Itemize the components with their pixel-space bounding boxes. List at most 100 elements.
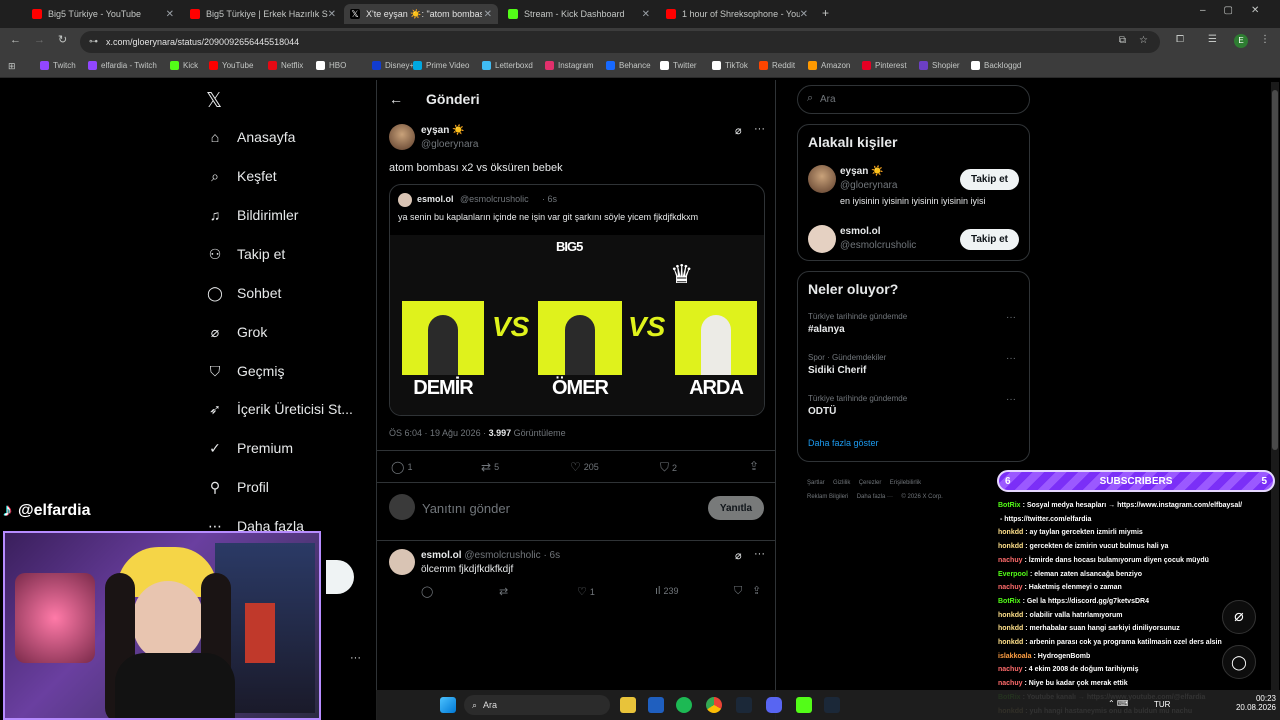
avatar[interactable] [389, 549, 415, 575]
more-icon[interactable]: ··· [754, 548, 765, 560]
browser-tab-active[interactable]: 𝕏 X'te eyşan ☀️: "atom bombası ✕ [344, 4, 498, 24]
chat-username[interactable]: honkdd [998, 543, 1023, 550]
window-controls[interactable]: –▢✕ [1200, 5, 1277, 16]
bookmark-item[interactable]: Twitter [660, 61, 697, 70]
more-icon[interactable]: ··· [1006, 312, 1016, 323]
grok-icon[interactable]: ⌀ [735, 124, 742, 137]
views-action[interactable]: ıl 239 [655, 585, 679, 597]
file-explorer-icon[interactable] [620, 697, 636, 713]
bookmark-item[interactable]: Behance [606, 61, 651, 70]
nav-item[interactable]: ✓ Premium [206, 439, 293, 457]
person-name[interactable]: esmol.ol [840, 226, 881, 237]
browser-tab[interactable]: Big5 Türkiye - YouTube ✕ [26, 4, 180, 24]
grok-icon[interactable]: ⌀ [1222, 600, 1256, 634]
chrome-icon[interactable] [706, 697, 722, 713]
chat-username[interactable]: honkdd [998, 639, 1023, 646]
avatar[interactable] [389, 124, 415, 150]
author-handle[interactable]: @gloerynara [421, 139, 478, 150]
x-logo-icon[interactable]: 𝕏 [206, 88, 222, 113]
reply-author-handle[interactable]: @esmolcrusholic [464, 550, 540, 561]
bookmark-item[interactable]: Twitch [40, 61, 76, 70]
browser-tab[interactable]: Stream - Kick Dashboard ✕ [502, 4, 656, 24]
trend-item[interactable]: Türkiye tarihinde gündemde ODTÜ [808, 394, 907, 417]
windows-start-icon[interactable] [440, 697, 456, 713]
bookmark-item[interactable]: Pinterest [862, 61, 907, 70]
chat-username[interactable]: honkdd [998, 529, 1023, 536]
nav-item[interactable]: ⚇ Takip et [206, 245, 286, 263]
apps-icon[interactable]: ⊞ [8, 61, 16, 72]
quoted-post[interactable]: esmol.ol @esmolcrusholic · 6s ya senin b… [389, 184, 765, 416]
repost-icon[interactable]: ⇄ [499, 585, 508, 598]
bookmark-item[interactable]: Amazon [808, 61, 850, 70]
chat-icon[interactable]: ◯ [1222, 645, 1256, 679]
discord-icon[interactable] [766, 697, 782, 713]
chat-username[interactable]: BotRix [998, 502, 1021, 509]
show-more-link[interactable]: Daha fazla göster [808, 438, 879, 448]
nav-item[interactable]: ⌂ Anasayfa [206, 128, 296, 146]
quote-image[interactable]: BIG5 VS VS ♛ DEMİR ÖMER ARDA [390, 235, 764, 415]
browser-tab[interactable]: 1 hour of Shreksophone - YouT ✕ [660, 4, 814, 24]
nav-item[interactable]: ⌀ Grok [206, 323, 268, 341]
chat-username[interactable]: BotRix [998, 598, 1021, 605]
chat-username[interactable]: nachuy [998, 584, 1023, 591]
like-action[interactable]: ♡ 205 [570, 460, 599, 474]
grok-icon[interactable]: ⌀ [735, 549, 742, 562]
chat-username[interactable]: honkdd [998, 612, 1023, 619]
bookmark-item[interactable]: Disney+ [372, 61, 414, 70]
person-handle[interactable]: @esmolcrusholic [840, 240, 916, 251]
post-button-partial[interactable] [326, 560, 354, 594]
chat-username[interactable]: Everpool [998, 571, 1028, 578]
avatar[interactable] [808, 225, 836, 253]
chat-username[interactable]: nachuy [998, 666, 1023, 673]
search-input[interactable]: ⌕ Ara [797, 85, 1030, 114]
nav-item[interactable]: ⛉ Geçmiş [206, 362, 285, 380]
more-icon[interactable]: ··· [754, 123, 765, 135]
post-timestamp[interactable]: ÖS 6:04 · 19 Ağu 2026 · [389, 428, 486, 438]
follow-button[interactable]: Takip et [960, 229, 1019, 250]
like-action[interactable]: ♡ 1 [577, 585, 595, 598]
reload-icon[interactable]: ↻ [58, 33, 67, 46]
reply-icon[interactable]: ◯ [421, 585, 433, 598]
more-icon[interactable]: ··· [1006, 394, 1016, 405]
bookmark-item[interactable]: Netflix [268, 61, 303, 70]
bookmark-item[interactable]: TikTok [712, 61, 748, 70]
back-icon[interactable]: ← [10, 34, 21, 46]
bookmark-icon[interactable]: ⛉ [734, 585, 742, 598]
person-name[interactable]: eyşan ☀️ [840, 166, 884, 177]
kick-icon[interactable] [796, 697, 812, 713]
close-icon[interactable]: ✕ [166, 9, 174, 20]
extensions-icon[interactable]: ⧠ [1176, 34, 1184, 45]
bookmark-item[interactable]: YouTube [209, 61, 253, 70]
chat-username[interactable]: honkdd [998, 625, 1023, 632]
bookmark-item[interactable]: Shopier [919, 61, 960, 70]
tray-icons[interactable]: ⌃ ⌨ [1108, 699, 1128, 708]
bookmark-item[interactable]: Kick [170, 61, 198, 70]
trend-item[interactable]: Spor · Gündemdekiler Sidiki Cherif [808, 353, 886, 376]
bookmark-item[interactable]: elfardia - Twitch [88, 61, 157, 70]
bookmark-item[interactable]: Instagram [545, 61, 594, 70]
nav-item[interactable]: ⌕ Keşfet [206, 167, 277, 185]
bookmark-item[interactable]: Prime Video [413, 61, 469, 70]
close-icon[interactable]: ✕ [642, 9, 650, 20]
browser-tab[interactable]: Big5 Türkiye | Erkek Hazırlık Se ✕ [184, 4, 342, 24]
reply-action[interactable]: ◯ 1 [391, 460, 412, 474]
reply-author-name[interactable]: esmol.ol [421, 550, 462, 561]
nav-item[interactable]: ➶ İçerik Üreticisi St... [206, 400, 353, 418]
forward-icon[interactable]: → [34, 34, 45, 46]
profile-avatar[interactable]: E [1234, 34, 1248, 48]
trend-item[interactable]: Türkiye tarihinde gündemde #alanya [808, 312, 907, 335]
spotify-icon[interactable] [676, 697, 692, 713]
bookmark-item[interactable]: Backloggd [971, 61, 1021, 70]
back-arrow-icon[interactable]: ← [389, 91, 403, 107]
close-icon[interactable]: ✕ [484, 9, 492, 20]
share-icon[interactable]: ⇪ [752, 584, 761, 597]
share-icon[interactable]: ⇪ [749, 459, 759, 473]
follow-button[interactable]: Takip et [960, 169, 1019, 190]
nav-item[interactable]: ⚲ Profil [206, 478, 269, 496]
account-more-icon[interactable]: ··· [350, 652, 361, 664]
more-icon[interactable]: ··· [1006, 353, 1016, 364]
language-indicator[interactable]: TUR [1154, 700, 1170, 709]
taskbar-search[interactable]: ⌕ Ara [464, 695, 610, 715]
chat-username[interactable]: nachuy [998, 557, 1023, 564]
bookmark-item[interactable]: HBO [316, 61, 346, 70]
